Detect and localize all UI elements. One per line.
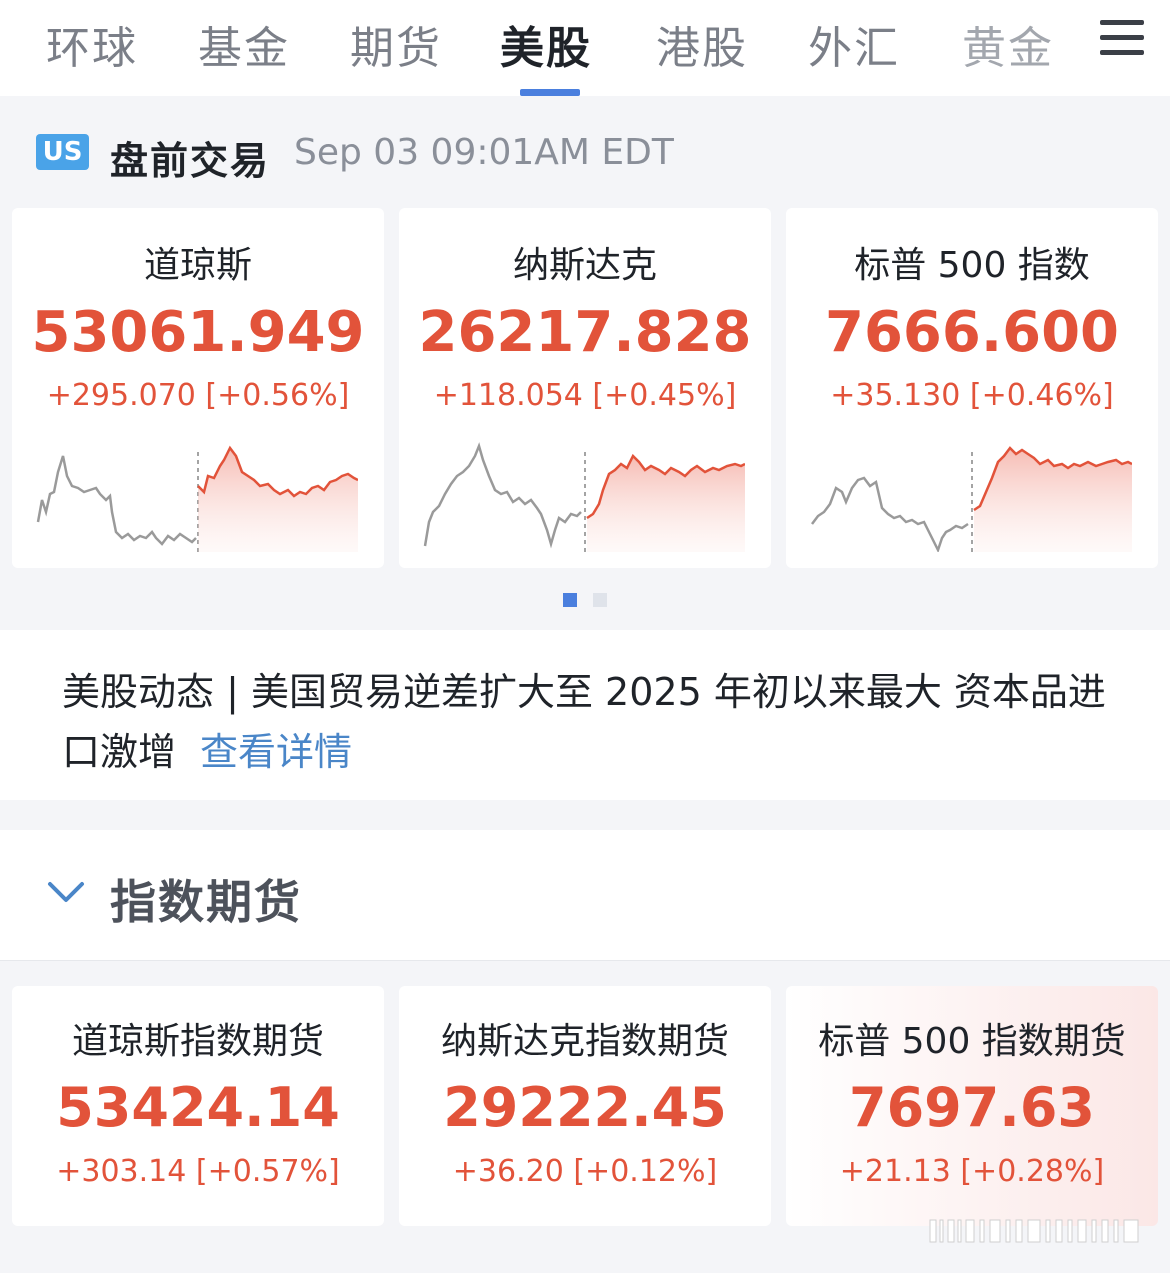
market-tab-bar: 环球 基金 期货 美股 港股 外汇 黄金 [0,0,1170,96]
futures-card-sp500[interactable]: 标普 500 指数期货 7697.63 +21.13 [+0.28%] [786,986,1158,1226]
tab-global[interactable]: 环球 [46,12,138,76]
index-card-sp500[interactable]: 标普 500 指数 7666.600 +35.130 [+0.46%] [786,208,1158,568]
index-value: 26217.828 [418,300,752,365]
tab-forex[interactable]: 外汇 [808,12,900,76]
index-value: 53061.949 [31,300,365,365]
premarket-title: 盘前交易 [110,139,271,183]
index-change: +118.054 [+0.45%] [433,378,737,413]
index-name: 纳斯达克 [512,245,657,286]
section-title: 指数期货 [110,875,302,929]
futures-name: 标普 500 指数期货 [818,1021,1126,1062]
index-card-dow[interactable]: 道琼斯 53061.949 +295.070 [+0.56%] [12,208,384,568]
futures-value: 7697.63 [849,1076,1095,1139]
intraday-sparkline [811,446,1132,552]
futures-card-nasdaq[interactable]: 纳斯达克指数期货 29222.45 +36.20 [+0.12%] [399,986,771,1226]
index-change: +35.130 [+0.46%] [830,378,1114,413]
news-text-block: 美股动态 | 美国贸易逆差扩大至 2025 年初以来最大 资本品进口激增 查看详情 [62,662,1122,782]
futures-name: 纳斯达克指数期货 [440,1021,729,1062]
intraday-sparkline [423,442,745,552]
index-futures-header[interactable]: 指数期货 [0,830,1170,961]
futures-card-dow[interactable]: 道琼斯指数期货 53424.14 +303.14 [+0.57%] [12,986,384,1226]
index-change: +295.070 [+0.56%] [46,378,350,413]
index-name: 道琼斯 [143,245,252,286]
chevron-down-icon[interactable] [46,878,86,908]
futures-change: +21.13 [+0.28%] [839,1154,1105,1189]
active-tab-indicator [520,89,580,96]
index-name: 标普 500 指数 [854,245,1090,286]
futures-value: 53424.14 [56,1076,340,1139]
tab-funds[interactable]: 基金 [198,12,290,76]
us-badge: US [36,134,89,170]
pager-dot-active[interactable] [563,593,577,607]
intraday-sparkline [36,445,358,552]
premarket-header: US 盘前交易 Sep 03 09:01AM EDT [0,96,1170,206]
view-details-link[interactable]: 查看详情 [200,730,352,774]
hamburger-menu-icon[interactable] [1100,20,1144,56]
pager-dot[interactable] [593,593,607,607]
tab-hk-stocks[interactable]: 港股 [656,12,748,76]
index-value: 7666.600 [824,300,1120,365]
index-card-nasdaq[interactable]: 纳斯达克 26217.828 +118.054 [+0.45%] [399,208,771,568]
watermark-logo [929,1219,1139,1243]
premarket-timestamp: Sep 03 09:01AM EDT [294,132,674,173]
tab-gold[interactable]: 黄金 [962,12,1054,76]
us-market-news[interactable]: 美股动态 | 美国贸易逆差扩大至 2025 年初以来最大 资本品进口激增 查看详情 [0,630,1170,800]
tab-futures[interactable]: 期货 [350,12,442,76]
futures-change: +303.14 [+0.57%] [56,1154,340,1189]
tab-us-stocks[interactable]: 美股 [500,12,592,76]
futures-value: 29222.45 [443,1076,727,1139]
futures-name: 道琼斯指数期货 [71,1021,324,1062]
futures-change: +36.20 [+0.12%] [452,1154,718,1189]
